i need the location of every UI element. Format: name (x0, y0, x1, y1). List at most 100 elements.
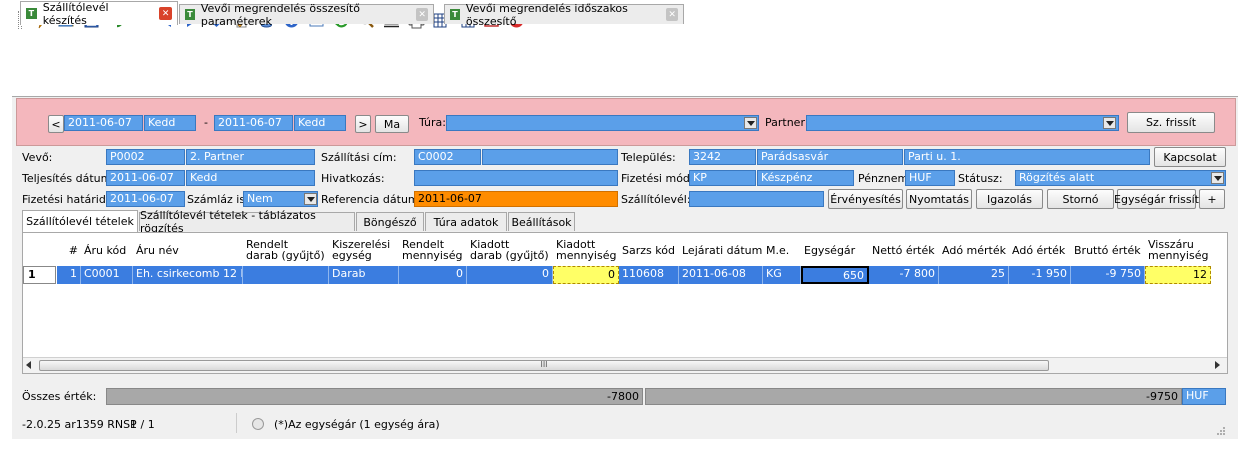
header-col-rendelt-darab[interactable]: Rendelt darab (gyűjtő) (243, 233, 329, 263)
radio-indicator[interactable] (252, 418, 264, 430)
telepules-field[interactable]: Parádsasvár (757, 149, 903, 165)
igazolas-button[interactable]: Igazolás (976, 189, 1043, 209)
vevo-code-field[interactable]: P0002 (106, 149, 185, 165)
cell-lejarati-datum[interactable]: 2011-06-08 (679, 266, 763, 284)
scroll-right-icon[interactable] (1215, 361, 1220, 369)
storno-button[interactable]: Stornó (1047, 189, 1114, 209)
form-tab-icon: T (450, 9, 460, 20)
irsz-field[interactable]: 3242 (689, 149, 756, 165)
hivatkozas-label: Hivatkozás: (321, 172, 385, 185)
hatarido-label: Fizetési határidő: (22, 193, 117, 206)
tab-tablazatos-rogzites[interactable]: Szállítólevél tételek - táblázatos rögzí… (139, 209, 355, 235)
cell-ado-ertek[interactable]: -1 950 (1009, 266, 1071, 284)
header-line: Bruttó érték (1074, 244, 1141, 257)
header-col-netto-ertek[interactable]: Nettó érték (869, 233, 939, 263)
kapcsolat-button[interactable]: Kapcsolat (1154, 147, 1226, 167)
add-button[interactable]: + (1199, 189, 1225, 209)
cell-egysegar[interactable]: 650 (801, 266, 869, 284)
tab-vevoi-megrendeles-idoszakos[interactable]: T Vevői megrendelés időszakos összesítő … (444, 2, 684, 28)
referencia-date-field[interactable]: 2011-06-07 (414, 191, 618, 207)
header-col-rendelt-mennyiseg[interactable]: Rendelt mennyiség (399, 233, 467, 263)
fizetesi-mod-code-field[interactable]: KP (689, 170, 756, 186)
header-col-ado-ertek[interactable]: Adó érték (1009, 233, 1071, 263)
close-tab-icon[interactable]: ✕ (159, 7, 172, 20)
chevron-down-icon[interactable] (744, 117, 757, 129)
tab-beallitasok[interactable]: Beállítások (508, 212, 575, 231)
header-col-visszaru-mennyiseg[interactable]: Visszáru mennyiség (1145, 233, 1211, 263)
tab-label: Szállítólevél készítés (42, 0, 109, 27)
cell-ado-mertek[interactable]: 25 (939, 266, 1009, 284)
header-line: darab (gyűjtő) (470, 249, 549, 262)
szallitolevel-field[interactable] (689, 191, 824, 207)
header-col-aru-nev[interactable]: Áru név (133, 233, 243, 263)
tab-vevoi-megrendeles-parameterek[interactable]: T Vevői megrendelés összesítő paramétere… (179, 2, 434, 28)
hivatkozas-field[interactable] (414, 170, 618, 186)
cell-netto-ertek[interactable]: -7 800 (869, 266, 939, 284)
scroll-thumb[interactable]: III (39, 360, 1049, 371)
horizontal-scrollbar[interactable]: III (23, 357, 1227, 373)
cell-brutto-ertek[interactable]: -9 750 (1071, 266, 1145, 284)
chevron-down-icon[interactable] (1211, 172, 1224, 184)
hatarido-date-field[interactable]: 2011-06-07 (106, 191, 185, 207)
tab-bongeszo[interactable]: Böngésző (356, 212, 424, 231)
header-col-egysegar[interactable]: Egységár (801, 233, 869, 263)
header-col-kiszereles[interactable]: Kiszerelési egység (329, 233, 399, 263)
cell-sarzs-kod[interactable]: 110608 (619, 266, 679, 284)
szallitasi-cim-name-field[interactable] (482, 149, 618, 165)
refresh-filter-button[interactable]: Sz. frissít (1127, 112, 1215, 133)
status-divider (236, 413, 237, 433)
header-col-kiadott-mennyiseg[interactable]: Kiadott mennyiség (553, 233, 619, 263)
cell-aru-kod[interactable]: C0001 (81, 266, 133, 284)
header-col-me[interactable]: M.e. (763, 233, 801, 263)
date-from-field[interactable]: 2011-06-07 (64, 115, 143, 131)
today-button[interactable]: Ma (375, 115, 409, 133)
cell-me[interactable]: KG (763, 266, 801, 284)
partner-label: Partner: (765, 116, 809, 129)
cell-aru-nev[interactable]: Eh. csirkecomb 12 kg (133, 266, 243, 284)
cell-kiadott-mennyiseg[interactable]: 0 (553, 266, 619, 284)
header-col-kiadott-darab[interactable]: Kiadott darab (gyűjtő) (467, 233, 553, 263)
statusz-select[interactable]: Rögzítés alatt (1015, 170, 1226, 186)
szallitasi-cim-code-field[interactable]: C0002 (414, 149, 481, 165)
teljesites-date-field[interactable]: 2011-06-07 (106, 170, 185, 186)
scroll-left-icon[interactable] (26, 361, 31, 369)
tab-szallitolevel-tetelek[interactable]: Szállítólevél tételek (22, 210, 138, 232)
header-col-sarzs-kod[interactable]: Sarzs kód (619, 233, 679, 263)
referencia-label: Referencia dátum: (321, 193, 423, 206)
next-day-button[interactable]: > (355, 115, 371, 133)
fizetesi-mod-name-field[interactable]: Készpénz (757, 170, 854, 186)
cell-kiszereles[interactable]: Darab (329, 266, 399, 284)
form-tab-icon: T (185, 9, 195, 20)
szallitolevel-label: Szállítólevél: (621, 193, 691, 206)
partner-select[interactable] (806, 115, 1119, 131)
utca-field[interactable]: Parti u. 1. (904, 149, 1150, 165)
chevron-down-icon[interactable] (304, 193, 317, 205)
chevron-down-icon[interactable] (1103, 117, 1116, 129)
close-tab-icon[interactable]: ✕ (666, 8, 679, 21)
cell-index[interactable]: 1 (57, 266, 81, 284)
cell-rendelt-darab[interactable] (243, 266, 329, 284)
row-selector[interactable]: 1 (23, 266, 56, 284)
cell-kiadott-darab[interactable]: 0 (467, 266, 553, 284)
header-col-index[interactable]: # (57, 233, 81, 263)
cell-rendelt-mennyiseg[interactable]: 0 (399, 266, 467, 284)
close-tab-icon[interactable]: ✕ (416, 8, 428, 21)
prev-day-button[interactable]: < (48, 115, 64, 133)
vevo-name-field[interactable]: 2. Partner (186, 149, 315, 165)
resize-grip-icon[interactable] (1216, 426, 1226, 436)
day-to-field: Kedd (294, 115, 346, 131)
date-to-field[interactable]: 2011-06-07 (214, 115, 293, 131)
egysegar-frissit-button[interactable]: Egységár frissít (1114, 189, 1199, 209)
penznem-field[interactable]: HUF (905, 170, 955, 186)
header-col-ado-mertek[interactable]: Adó mérték (939, 233, 1009, 263)
header-col-lejarati-datum[interactable]: Lejárati dátum (679, 233, 763, 263)
tura-select[interactable] (446, 115, 759, 131)
ervenyesites-button[interactable]: Érvényesítés (828, 189, 903, 209)
tab-tura-adatok[interactable]: Túra adatok (425, 212, 507, 231)
tab-szallitolevel-keszites[interactable]: T Szállítólevél készítés ✕ (20, 0, 178, 27)
header-line: M.e. (766, 244, 790, 257)
header-col-aru-kod[interactable]: Áru kód (81, 233, 133, 263)
cell-visszaru-mennyiseg[interactable]: 12 (1145, 266, 1211, 284)
header-col-brutto-ertek[interactable]: Bruttó érték (1071, 233, 1145, 263)
nyomtatas-button[interactable]: Nyomtatás (906, 189, 972, 209)
